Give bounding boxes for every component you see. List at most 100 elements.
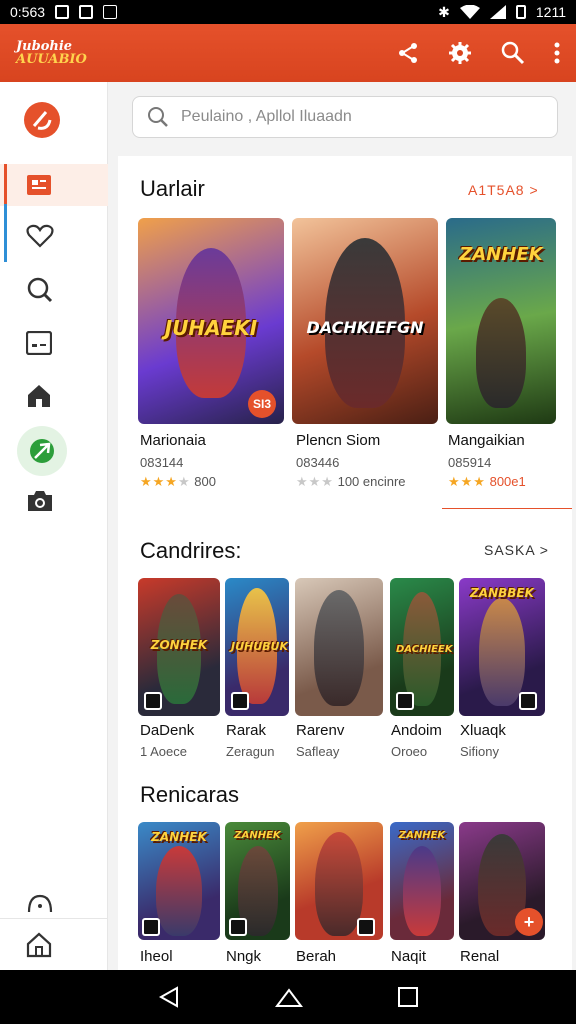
magnifier-icon [27, 277, 53, 303]
game-card-art[interactable] [295, 578, 383, 716]
search-icon[interactable] [500, 40, 526, 66]
card-name[interactable]: Rarenv [296, 722, 344, 739]
sidebar-divider [0, 918, 108, 919]
section-link-candidates[interactable]: SASKA > [484, 542, 549, 558]
card-name[interactable]: Plencn Siom [296, 432, 380, 449]
brand-logo-icon[interactable] [24, 102, 60, 138]
character-art [479, 598, 525, 706]
platform-badge-icon [357, 918, 375, 936]
card-rating: ★★★ 800e1 [448, 474, 526, 490]
logo-line-2: AUUABIO [16, 52, 87, 67]
search-placeholder: Peulaino , Apllol Iluaadn [181, 108, 352, 125]
game-card-art[interactable]: ZANHEK [446, 218, 556, 424]
sidebar-item-favorites[interactable] [0, 215, 108, 257]
home-icon [26, 932, 52, 958]
game-card-art[interactable]: ZONHEK [138, 578, 220, 716]
game-card-art[interactable]: DACHKIEFGN [292, 218, 438, 424]
rating-stars: ★★★ [140, 474, 178, 489]
section-divider [442, 508, 572, 509]
card-sub: Sifiony [460, 744, 500, 759]
game-card-art[interactable]: ZANHEK [225, 822, 290, 940]
more-vert-icon[interactable] [554, 42, 560, 64]
card-name[interactable]: DaDenk [140, 722, 194, 739]
settings-gear-icon[interactable] [448, 41, 472, 65]
content-panel: Uarlair A1T5A8 > JUHAEKI SI3 DACHKIEFGN … [118, 156, 572, 970]
card-name[interactable]: Marionaia [140, 432, 206, 449]
card-sub: Safleay [296, 744, 340, 759]
game-card-art[interactable]: ZANHEK [390, 822, 454, 940]
home-nav-icon[interactable] [275, 986, 303, 1008]
dashboard-icon [27, 175, 51, 195]
card-rating: ★★★ 100 encinre [296, 474, 406, 489]
sidebar-item-store[interactable] [0, 375, 108, 417]
art-badge: SI3 [248, 390, 276, 418]
character-art [315, 832, 363, 936]
camera-icon [28, 491, 52, 511]
game-card-art[interactable]: DACHIEEK [390, 578, 454, 716]
game-card-art[interactable]: ZANBBEK [459, 578, 545, 716]
section-link-featured[interactable]: A1T5A8 > [468, 182, 539, 198]
sidebar-item-explore[interactable] [17, 426, 67, 476]
status-bar: 0:563 ✱ 1211 [0, 0, 576, 24]
game-card-art[interactable]: + [459, 822, 545, 940]
card-name[interactable]: Nngk [226, 948, 261, 965]
art-title: ZANHEK [398, 830, 446, 841]
game-card-art[interactable] [295, 822, 383, 940]
card-name[interactable]: Naqit [391, 948, 426, 965]
section-title-candidates: Candrires: [140, 538, 242, 563]
section-title-featured: Uarlair [140, 176, 205, 201]
search-field-icon [148, 107, 168, 127]
art-title: ZANHEK [459, 244, 543, 265]
mail-notification-icon [55, 5, 70, 19]
card-rating: ★★★★ 800 [140, 474, 216, 489]
app-logo[interactable]: Jubohie AUUABIO [16, 40, 87, 66]
card-name[interactable]: Berah [296, 948, 336, 965]
card-sub: 083144 [140, 455, 184, 470]
card-name[interactable]: Rarak [226, 722, 266, 739]
card-icon [26, 331, 52, 355]
sidebar-item-search[interactable] [0, 269, 108, 311]
compass-icon [30, 439, 54, 463]
character-art [476, 298, 526, 408]
sidebar-item-camera[interactable] [0, 480, 108, 522]
section-title-recommended: Renicaras [140, 782, 240, 807]
app-bar: Jubohie AUUABIO [0, 24, 576, 82]
profile-arc-icon [27, 894, 53, 913]
game-card-art[interactable]: JUHUBUK [225, 578, 289, 716]
platform-badge-icon [396, 692, 414, 710]
share-icon[interactable] [396, 41, 420, 65]
platform-badge-icon [519, 692, 537, 710]
sidebar-item-home[interactable] [0, 164, 108, 206]
art-title: ZANHEK [151, 830, 207, 844]
card-name[interactable]: Xluaqk [460, 722, 506, 739]
card-sub: 1 Aoece [140, 744, 187, 759]
card-name[interactable]: Iheol [140, 948, 173, 965]
rating-value: 800 [194, 474, 216, 489]
card-sub: Oroeo [391, 744, 428, 759]
character-art [403, 846, 441, 936]
art-title: DACHKIEFGN [306, 318, 424, 337]
card-name[interactable]: Renal [460, 948, 499, 965]
card-name[interactable]: Mangaikian [448, 432, 525, 449]
art-title: ZANBBEK [470, 586, 534, 600]
sidebar-item-library[interactable] [0, 322, 108, 364]
back-icon[interactable] [157, 985, 181, 1009]
rating-value: 800e1 [489, 474, 526, 489]
recents-icon[interactable] [397, 986, 419, 1008]
game-card-art[interactable]: JUHAEKI SI3 [138, 218, 284, 424]
platform-badge-icon [231, 692, 249, 710]
search-input[interactable]: Peulaino , Apllol Iluaadn [132, 96, 558, 138]
signal-icon [489, 5, 506, 19]
add-icon[interactable]: + [515, 908, 543, 936]
art-title: DACHIEEK [396, 644, 453, 655]
status-time: 0:563 [10, 4, 46, 20]
system-nav-bar [0, 970, 576, 1024]
game-card-art[interactable]: ZANHEK [138, 822, 220, 940]
bluetooth-icon: ✱ [438, 3, 450, 20]
card-sub: 085914 [448, 455, 492, 470]
rating-stars: ★★★ [448, 474, 486, 489]
battery-icon [515, 5, 526, 19]
sidebar-item-home-bottom[interactable] [0, 924, 108, 966]
card-name[interactable]: Andoim [391, 722, 442, 739]
art-title: JUHUBUK [231, 640, 289, 653]
